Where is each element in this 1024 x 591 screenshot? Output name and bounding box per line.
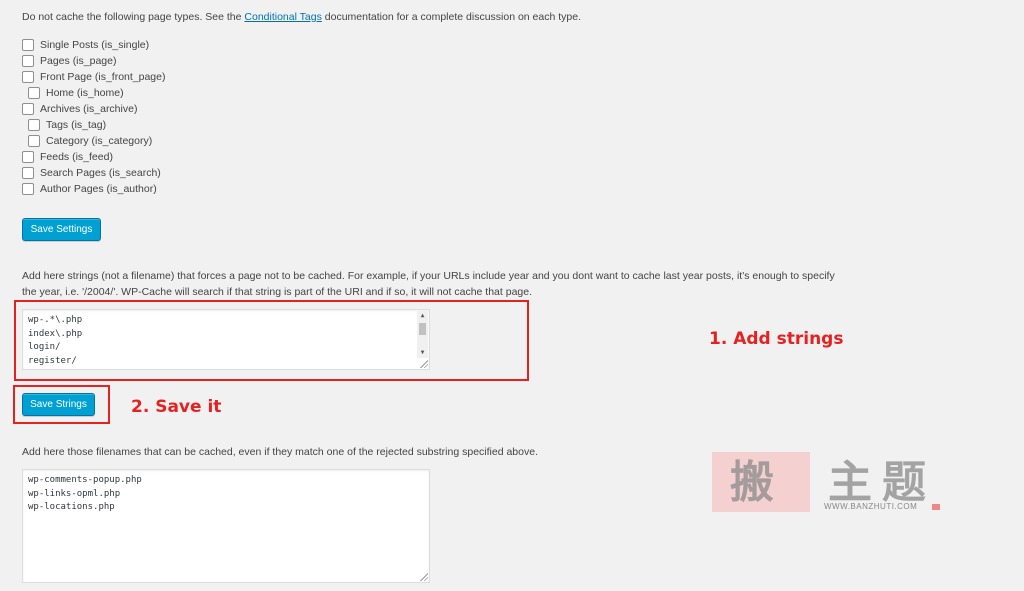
- front-page-checkbox[interactable]: [22, 71, 34, 83]
- intro-text: Do not cache the following page types. S…: [22, 11, 581, 23]
- conditional-tags-link[interactable]: Conditional Tags: [244, 11, 321, 23]
- single-posts-checkbox[interactable]: [22, 39, 34, 51]
- checkbox-row-front-page[interactable]: Front Page (is_front_page): [22, 70, 166, 84]
- checkbox-label: Tags (is_tag): [46, 119, 107, 131]
- search-pages-checkbox[interactable]: [22, 167, 34, 179]
- textarea-line: wp-comments-popup.php: [28, 475, 142, 485]
- checkbox-label: Home (is_home): [46, 87, 124, 99]
- rejected-strings-description: Add here strings (not a filename) that f…: [22, 270, 835, 298]
- intro-after: documentation for a complete discussion …: [321, 11, 582, 23]
- annotation-box-add-strings: [14, 300, 529, 381]
- category-checkbox[interactable]: [28, 135, 40, 147]
- checkbox-row-pages[interactable]: Pages (is_page): [22, 54, 116, 68]
- checkbox-row-category[interactable]: Category (is_category): [28, 134, 152, 148]
- checkbox-row-archives[interactable]: Archives (is_archive): [22, 102, 137, 116]
- checkbox-row-tags[interactable]: Tags (is_tag): [28, 118, 106, 132]
- save-settings-button[interactable]: Save Settings: [22, 218, 101, 241]
- annotation-step1: 1. Add strings: [709, 329, 844, 349]
- checkbox-row-search[interactable]: Search Pages (is_search): [22, 166, 161, 180]
- checkbox-row-single-posts[interactable]: Single Posts (is_single): [22, 38, 149, 52]
- author-pages-checkbox[interactable]: [22, 183, 34, 195]
- checkbox-row-home[interactable]: Home (is_home): [28, 86, 124, 100]
- tags-checkbox[interactable]: [28, 119, 40, 131]
- annotation-box-save: [13, 385, 110, 424]
- checkbox-label: Single Posts (is_single): [40, 39, 150, 51]
- intro-before: Do not cache the following page types. S…: [22, 11, 245, 23]
- checkbox-label: Archives (is_archive): [40, 103, 138, 115]
- pages-checkbox[interactable]: [22, 55, 34, 67]
- accepted-filenames-textarea[interactable]: wp-comments-popup.php wp-links-opml.php …: [22, 469, 430, 583]
- resize-handle-icon[interactable]: [420, 573, 428, 581]
- checkbox-row-author[interactable]: Author Pages (is_author): [22, 182, 157, 196]
- checkbox-label: Feeds (is_feed): [40, 151, 113, 163]
- watermark-logo: 搬 主 题 WWW.BANZHUTI.COM: [712, 446, 942, 518]
- textarea-line: wp-links-opml.php: [28, 488, 121, 499]
- watermark-char: 搬: [730, 457, 774, 508]
- watermark-char: 题: [882, 457, 926, 508]
- checkbox-label: Search Pages (is_search): [40, 167, 161, 179]
- home-checkbox[interactable]: [28, 87, 40, 99]
- archives-checkbox[interactable]: [22, 103, 34, 115]
- checkbox-label: Front Page (is_front_page): [40, 71, 166, 83]
- watermark-dot: [932, 504, 940, 510]
- checkbox-label: Author Pages (is_author): [40, 183, 157, 195]
- watermark-url: WWW.BANZHUTI.COM: [824, 502, 918, 511]
- annotation-step2: 2. Save it: [131, 397, 222, 417]
- textarea-line: wp-locations.php: [28, 502, 115, 512]
- watermark-char: 主: [828, 457, 872, 508]
- checkbox-label: Category (is_category): [46, 135, 153, 147]
- checkbox-row-feeds[interactable]: Feeds (is_feed): [22, 150, 113, 164]
- feeds-checkbox[interactable]: [22, 151, 34, 163]
- checkbox-label: Pages (is_page): [40, 55, 117, 67]
